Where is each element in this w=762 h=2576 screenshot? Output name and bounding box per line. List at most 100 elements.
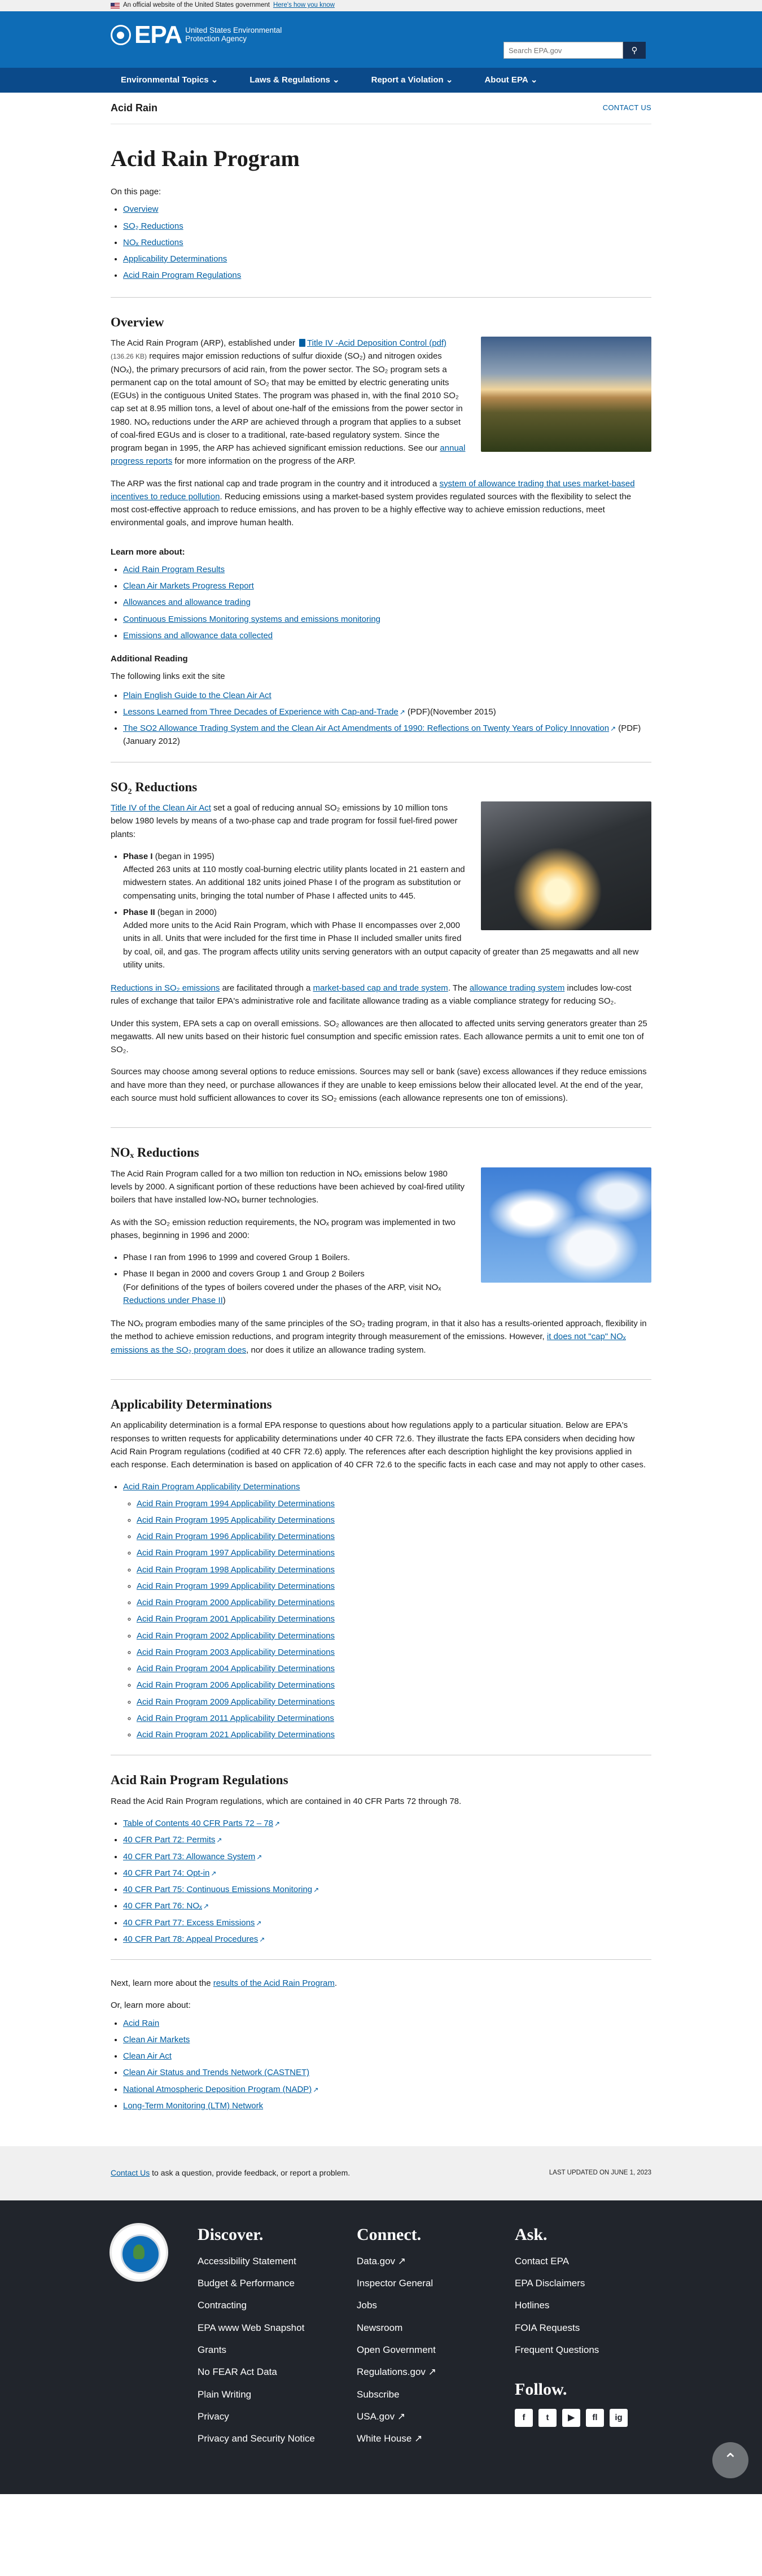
toc-nox-link[interactable]: NOₓ Reductions bbox=[123, 238, 183, 247]
applicability-year-link[interactable]: Acid Rain Program 1994 Applicability Det… bbox=[137, 1499, 335, 1509]
cfr-part-73-link[interactable]: 40 CFR Part 73: Allowance System bbox=[123, 1852, 255, 1862]
footer-link[interactable]: Plain Writing bbox=[198, 2387, 315, 2402]
footer-link[interactable]: White House ↗ bbox=[357, 2431, 436, 2446]
cfr-part-72-link[interactable]: 40 CFR Part 72: Permits bbox=[123, 1835, 215, 1845]
footer-link[interactable]: Open Government bbox=[357, 2343, 436, 2357]
plain-english-guide-link[interactable]: Plain English Guide to the Clean Air Act bbox=[123, 691, 271, 700]
applicability-year-link[interactable]: Acid Rain Program 1998 Applicability Det… bbox=[137, 1565, 335, 1575]
youtube-icon[interactable]: ▶ bbox=[562, 2408, 580, 2427]
footer-link[interactable]: Newsroom bbox=[357, 2321, 436, 2335]
back-to-top-button[interactable]: ⌃ bbox=[712, 2442, 748, 2479]
nav-laws-regulations[interactable]: Laws & Regulations ⌄ bbox=[249, 73, 339, 86]
contact-us-link[interactable]: CONTACT US bbox=[603, 102, 651, 114]
footer-link[interactable]: Budget & Performance bbox=[198, 2276, 315, 2291]
title-iv-pdf-link[interactable]: Title IV -Acid Deposition Control (pdf) bbox=[307, 338, 446, 348]
epa-seal-icon[interactable] bbox=[110, 2223, 168, 2282]
applicability-main-link[interactable]: Acid Rain Program Applicability Determin… bbox=[123, 1482, 300, 1492]
applicability-year-link[interactable]: Acid Rain Program 2001 Applicability Det… bbox=[137, 1614, 335, 1624]
cap-trade-link[interactable]: market-based cap and trade system bbox=[313, 983, 448, 993]
reductions-so2-link[interactable]: Reductions in SO₂ emissions bbox=[111, 983, 220, 993]
nox-heading: NOₓ Reductions bbox=[111, 1145, 199, 1160]
applicability-paragraph: An applicability determination is a form… bbox=[111, 1420, 646, 1470]
footer-link[interactable]: EPA Disclaimers bbox=[515, 2276, 628, 2291]
applicability-year-link[interactable]: Acid Rain Program 2000 Applicability Det… bbox=[137, 1598, 335, 1607]
toc-so2-link[interactable]: SO₂ Reductions bbox=[123, 221, 183, 231]
acid-rain-link[interactable]: Acid Rain bbox=[123, 2019, 159, 2028]
so2-paragraph-2: Reductions in SO₂ emissions are facilita… bbox=[111, 983, 632, 1006]
footer-link[interactable]: Privacy bbox=[198, 2409, 315, 2424]
footer-link[interactable]: Hotlines bbox=[515, 2298, 628, 2313]
ltm-link[interactable]: Long-Term Monitoring (LTM) Network bbox=[123, 2101, 263, 2111]
cfr-part-76-link[interactable]: 40 CFR Part 76: NOₓ bbox=[123, 1901, 202, 1911]
nav-environmental-topics[interactable]: Environmental Topics ⌄ bbox=[121, 73, 218, 86]
nav-report-violation[interactable]: Report a Violation ⌄ bbox=[371, 73, 453, 86]
clean-air-act-link[interactable]: Clean Air Act bbox=[123, 2051, 172, 2061]
applicability-year-link[interactable]: Acid Rain Program 2002 Applicability Det… bbox=[137, 1631, 335, 1641]
cfr-part-78-link[interactable]: 40 CFR Part 78: Appeal Procedures bbox=[123, 1934, 258, 1944]
footer-link[interactable]: Frequent Questions bbox=[515, 2343, 628, 2357]
contact-us-footer-link[interactable]: Contact Us bbox=[111, 2168, 150, 2177]
footer-link[interactable]: Inspector General bbox=[357, 2276, 436, 2291]
title-iv-caa-link[interactable]: Title IV of the Clean Air Act bbox=[111, 803, 211, 813]
applicability-year-link[interactable]: Acid Rain Program 2006 Applicability Det… bbox=[137, 1680, 335, 1690]
emissions-data-link[interactable]: Emissions and allowance data collected bbox=[123, 631, 273, 640]
regulations-intro: Read the Acid Rain Program regulations, … bbox=[111, 1796, 462, 1806]
progress-report-link[interactable]: Clean Air Markets Progress Report bbox=[123, 581, 254, 591]
footer-link[interactable]: Grants bbox=[198, 2343, 315, 2357]
search-icon: ⚲ bbox=[631, 46, 638, 55]
facebook-icon[interactable]: f bbox=[515, 2408, 533, 2427]
lessons-learned-link[interactable]: Lessons Learned from Three Decades of Ex… bbox=[123, 707, 398, 717]
applicability-year-link[interactable]: Acid Rain Program 2004 Applicability Det… bbox=[137, 1664, 335, 1673]
arp-results-link[interactable]: Acid Rain Program Results bbox=[123, 565, 225, 574]
applicability-year-link[interactable]: Acid Rain Program 2011 Applicability Det… bbox=[137, 1714, 334, 1723]
cfr-toc-link[interactable]: Table of Contents 40 CFR Parts 72 – 78 bbox=[123, 1819, 273, 1828]
cems-link[interactable]: Continuous Emissions Monitoring systems … bbox=[123, 614, 380, 624]
applicability-year-link[interactable]: Acid Rain Program 2021 Applicability Det… bbox=[137, 1730, 335, 1740]
castnet-link[interactable]: Clean Air Status and Trends Network (CAS… bbox=[123, 2068, 309, 2077]
so2-trading-reflections-link[interactable]: The SO2 Allowance Trading System and the… bbox=[123, 723, 609, 733]
footer-link[interactable]: Subscribe bbox=[357, 2387, 436, 2402]
footer-link[interactable]: Contracting bbox=[198, 2298, 315, 2313]
applicability-year-link[interactable]: Acid Rain Program 1995 Applicability Det… bbox=[137, 1515, 335, 1525]
nox-section: The Acid Rain Program called for a two m… bbox=[111, 1167, 651, 1366]
twitter-icon[interactable]: t bbox=[538, 2408, 557, 2427]
footer-link[interactable]: Jobs bbox=[357, 2298, 436, 2313]
heres-how-link[interactable]: Here's how you know bbox=[273, 1, 335, 11]
footer-link[interactable]: No FEAR Act Data bbox=[198, 2365, 315, 2379]
search-input[interactable] bbox=[503, 42, 623, 59]
cfr-part-77-link[interactable]: 40 CFR Part 77: Excess Emissions bbox=[123, 1918, 255, 1928]
toc-regulations-link[interactable]: Acid Rain Program Regulations bbox=[123, 271, 241, 280]
allowances-link[interactable]: Allowances and allowance trading bbox=[123, 598, 251, 607]
cfr-part-74-link[interactable]: 40 CFR Part 74: Opt-in bbox=[123, 1868, 209, 1878]
cfr-part-75-link[interactable]: 40 CFR Part 75: Continuous Emissions Mon… bbox=[123, 1885, 312, 1894]
epa-logo[interactable]: EPA United States Environmental Protecti… bbox=[111, 23, 296, 47]
clean-air-markets-link[interactable]: Clean Air Markets bbox=[123, 2035, 190, 2045]
footer-link[interactable]: Data.gov ↗ bbox=[357, 2254, 436, 2269]
toc-overview-link[interactable]: Overview bbox=[123, 204, 159, 214]
footer-link[interactable]: EPA www Web Snapshot bbox=[198, 2321, 315, 2335]
toc-applicability-link[interactable]: Applicability Determinations bbox=[123, 254, 227, 264]
flickr-icon[interactable]: fl bbox=[586, 2408, 604, 2427]
search-button[interactable]: ⚲ bbox=[623, 42, 646, 59]
section-header: Acid Rain CONTACT US bbox=[111, 93, 651, 124]
phase-ii-link[interactable]: Reductions under Phase II bbox=[123, 1296, 223, 1305]
results-link[interactable]: results of the Acid Rain Program bbox=[213, 1978, 335, 1988]
footer-link[interactable]: Contact EPA bbox=[515, 2254, 628, 2269]
instagram-icon[interactable]: ig bbox=[610, 2408, 628, 2427]
additional-reading-list: Plain English Guide to the Clean Air Act… bbox=[111, 689, 651, 748]
footer-link[interactable]: Privacy and Security Notice bbox=[198, 2431, 315, 2446]
applicability-year-link[interactable]: Acid Rain Program 2009 Applicability Det… bbox=[137, 1697, 335, 1707]
allowance-trading-link[interactable]: allowance trading system bbox=[470, 983, 564, 993]
footer-link[interactable]: FOIA Requests bbox=[515, 2321, 628, 2335]
nav-about-epa[interactable]: About EPA ⌄ bbox=[484, 73, 537, 86]
applicability-year-link[interactable]: Acid Rain Program 1999 Applicability Det… bbox=[137, 1581, 335, 1591]
applicability-year-link[interactable]: Acid Rain Program 2003 Applicability Det… bbox=[137, 1647, 335, 1657]
nadp-link[interactable]: National Atmospheric Deposition Program … bbox=[123, 2085, 312, 2094]
applicability-year-link[interactable]: Acid Rain Program 1997 Applicability Det… bbox=[137, 1548, 335, 1558]
footer-link[interactable]: USA.gov ↗ bbox=[357, 2409, 436, 2424]
footer-link[interactable]: Accessibility Statement bbox=[198, 2254, 315, 2269]
last-updated: LAST UPDATED ON JUNE 1, 2023 bbox=[549, 2169, 651, 2177]
applicability-year-link[interactable]: Acid Rain Program 1996 Applicability Det… bbox=[137, 1532, 335, 1541]
footer-link[interactable]: Regulations.gov ↗ bbox=[357, 2365, 436, 2379]
learn-more-list: Acid Rain Program Results Clean Air Mark… bbox=[111, 563, 651, 642]
